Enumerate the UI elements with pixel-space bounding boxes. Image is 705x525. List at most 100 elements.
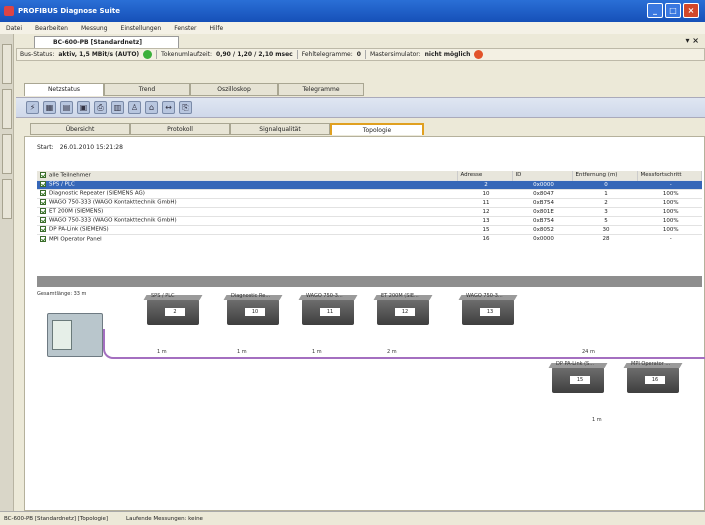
tab-oszilloskop[interactable]: Oszilloskop (190, 83, 278, 96)
menu-datei[interactable]: Datei (6, 25, 22, 32)
topology-node[interactable]: DP PA-Link (S... 15 (548, 361, 608, 393)
tab-netzstatus[interactable]: Netzstatus (24, 83, 104, 96)
row-checkbox[interactable] (40, 199, 46, 206)
footer-measurements: Laufende Messungen: keine (126, 515, 203, 522)
table-row[interactable]: WAGO 750-333 (WAGO Kontakttechnik GmbH) 1… (37, 215, 702, 225)
minimize-button[interactable]: _ (647, 3, 663, 18)
window-title: PROFIBUS Diagnose Suite (18, 7, 120, 15)
error-value: 0 (356, 51, 361, 58)
side-tab-4[interactable] (2, 179, 12, 219)
node-label: MPI Operator ... (631, 361, 671, 367)
cell-progress: - (637, 233, 702, 243)
topology-node[interactable]: WAGO 750-3... 11 (298, 293, 358, 325)
start-label: Start: (37, 144, 54, 151)
print-icon[interactable]: ⎙ (94, 101, 107, 114)
col-progress[interactable]: Messfortschritt (637, 171, 702, 180)
cell-dist: 0 (572, 179, 637, 189)
bus-cable (103, 329, 705, 359)
network-icon[interactable]: ⌂ (145, 101, 158, 114)
participant-name: DP PA-Link (SIEMENS) (49, 226, 109, 233)
printer-icon[interactable]: ⎘ (179, 101, 192, 114)
document-tab[interactable]: BC-600-PB [Standardnetz] (34, 36, 179, 48)
arrows-icon[interactable]: ↔ (162, 101, 175, 114)
table-row[interactable]: DP PA-Link (SIEMENS) 15 0x8052 30 100% (37, 224, 702, 234)
col-distance[interactable]: Entfernung (m) (572, 171, 638, 180)
col-address[interactable]: Adresse (457, 171, 513, 180)
cell-addr: 10 (457, 188, 512, 198)
menu-einstellungen[interactable]: Einstellungen (121, 25, 162, 32)
app-icon (4, 6, 14, 16)
table-row[interactable]: WAGO 750-333 (WAGO Kontakttechnik GmbH) 1… (37, 197, 702, 207)
cell-addr: 12 (457, 206, 512, 216)
maximize-button[interactable]: □ (665, 3, 681, 18)
cell-dist: 5 (572, 215, 637, 225)
cell-id: 0x8052 (512, 224, 572, 234)
tab-signalqualitaet[interactable]: Signalqualität (230, 123, 330, 135)
menu-bearbeiten[interactable]: Bearbeiten (35, 25, 68, 32)
calendar-icon[interactable]: ▥ (111, 101, 124, 114)
node-address: 13 (480, 308, 500, 316)
cable-length-label: 1 m (157, 349, 167, 355)
tab-uebersicht[interactable]: Übersicht (30, 123, 130, 135)
cell-addr: 15 (457, 224, 512, 234)
row-checkbox[interactable] (40, 181, 46, 188)
cable-length-label: 1 m (312, 349, 322, 355)
master-value: nicht möglich (424, 51, 471, 58)
side-tab-1[interactable] (2, 44, 12, 84)
master-label: Mastersimulator: (369, 51, 421, 58)
row-checkbox[interactable] (40, 235, 46, 242)
bus-status-label: Bus-Status: (20, 51, 55, 58)
select-all-checkbox[interactable] (40, 172, 46, 178)
tab-trend[interactable]: Trend (104, 83, 190, 96)
col-participants[interactable]: alle Teilnehmer (37, 171, 458, 180)
table-row[interactable]: ET 200M (SIEMENS) 12 0x801E 3 100% (37, 206, 702, 216)
grid-icon[interactable]: ▦ (43, 101, 56, 114)
side-tab-2[interactable] (2, 89, 12, 129)
side-tab-3[interactable] (2, 134, 12, 174)
topology-node[interactable]: WAGO 750-3... 13 (458, 293, 518, 325)
topology-node[interactable]: Diagnostic Re... 10 (223, 293, 283, 325)
node-label: WAGO 750-3... (306, 293, 343, 299)
table-row[interactable]: SPS / PLC 2 0x0000 0- (37, 179, 702, 189)
row-checkbox[interactable] (40, 208, 46, 215)
cell-progress: 100% (637, 224, 702, 234)
tab-protokoll[interactable]: Protokoll (130, 123, 230, 135)
node-address: 11 (320, 308, 340, 316)
users-icon[interactable]: ♙ (128, 101, 141, 114)
topology-node[interactable]: ET 200M (SIE... 12 (373, 293, 433, 325)
row-checkbox[interactable] (40, 226, 46, 233)
cable-length-label: 1 m (237, 349, 247, 355)
row-checkbox[interactable] (40, 217, 46, 224)
token-value: 0,90 / 1,20 / 2,10 msec (216, 51, 293, 58)
cell-addr: 13 (457, 215, 512, 225)
toolbar: ⚡ ▦ ▤ ▣ ⎙ ▥ ♙ ⌂ ↔ ⎘ (16, 97, 705, 118)
table-row[interactable]: Diagnostic Repeater (SIEMENS AG) 10 0x8047… (37, 188, 702, 198)
cable-length-label: 24 m (582, 349, 595, 355)
tab-telegramme[interactable]: Telegramme (278, 83, 364, 96)
node-label: Diagnostic Re... (231, 293, 271, 299)
participant-name: MPI Operator Panel (49, 236, 102, 242)
menu-bar: Datei Bearbeiten Messung Einstellungen F… (0, 22, 705, 34)
cell-progress: 100% (637, 197, 702, 207)
topology-node[interactable]: MPI Operator ... 16 (623, 361, 683, 393)
table-row[interactable]: MPI Operator Panel 16 0x0000 28- (37, 233, 702, 243)
topology-node[interactable]: SPS / PLC 2 (143, 293, 203, 325)
close-button[interactable]: × (683, 3, 699, 18)
table-icon[interactable]: ▤ (60, 101, 73, 114)
sub-tabs: Übersicht Protokoll Signalqualität Topol… (30, 123, 424, 135)
participant-name: ET 200M (SIEMENS) (49, 208, 104, 215)
save-icon[interactable]: ▣ (77, 101, 90, 114)
menu-fenster[interactable]: Fenster (174, 25, 196, 32)
connect-icon[interactable]: ⚡ (26, 101, 39, 114)
tab-topologie[interactable]: Topologie (330, 123, 424, 135)
cell-addr: 11 (457, 197, 512, 207)
cell-dist: 3 (572, 206, 637, 216)
col-id[interactable]: ID (512, 171, 573, 180)
row-checkbox[interactable] (40, 190, 46, 197)
node-address: 10 (245, 308, 265, 316)
menu-messung[interactable]: Messung (81, 25, 108, 32)
bus-status-bar: Bus-Status: aktiv, 1,5 MBit/s (AUTO) Tok… (16, 48, 705, 61)
menu-hilfe[interactable]: Hilfe (209, 25, 223, 32)
cell-addr: 16 (457, 233, 512, 243)
document-close-icon[interactable]: ▾ × (685, 36, 699, 45)
